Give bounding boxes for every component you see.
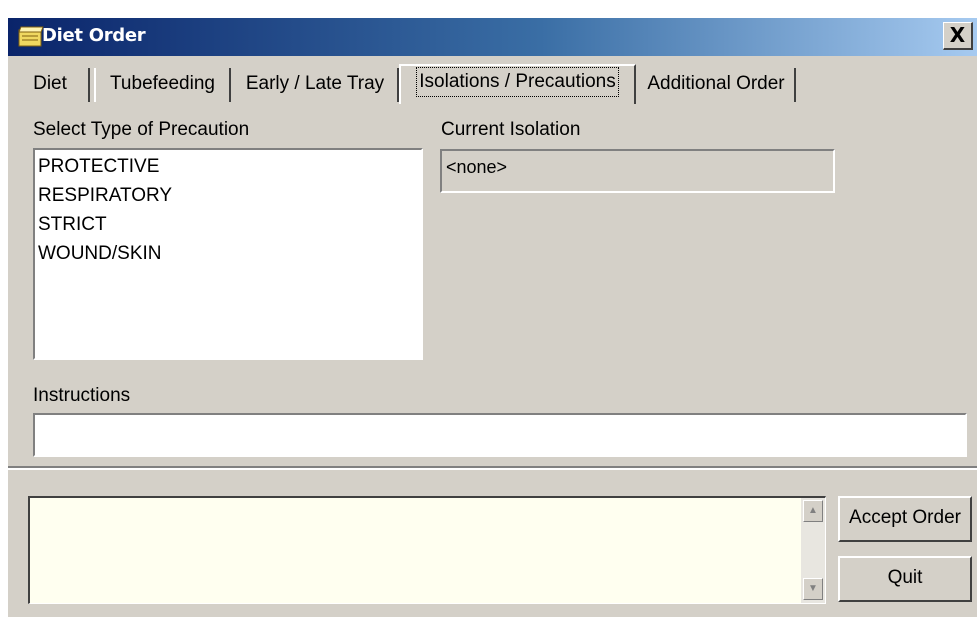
- tab-early-late-tray[interactable]: Early / Late Tray: [233, 68, 399, 102]
- title-bar[interactable]: Diet Order X: [8, 18, 977, 56]
- list-item[interactable]: PROTECTIVE: [38, 152, 418, 181]
- list-item[interactable]: WOUND/SKIN: [38, 239, 418, 268]
- precaution-label: Select Type of Precaution: [33, 119, 250, 140]
- precaution-listbox[interactable]: PROTECTIVE RESPIRATORY STRICT WOUND/SKIN: [33, 148, 423, 360]
- quit-button[interactable]: Quit: [838, 556, 972, 602]
- order-memo[interactable]: ▲ ▼: [28, 496, 826, 604]
- close-button[interactable]: X: [943, 22, 973, 50]
- instructions-label: Instructions: [33, 385, 131, 406]
- current-isolation-field: <none>: [440, 149, 835, 193]
- accept-order-button[interactable]: Accept Order: [838, 496, 972, 542]
- scroll-up-icon[interactable]: ▲: [803, 500, 823, 522]
- tab-additional-order[interactable]: Additional Order: [638, 68, 796, 102]
- divider: [8, 466, 977, 470]
- instructions-input[interactable]: [33, 413, 967, 457]
- tab-strip: Diet Tubefeeding Early / Late Tray Isola…: [8, 64, 977, 104]
- memo-scrollbar[interactable]: ▲ ▼: [801, 498, 825, 603]
- list-item[interactable]: RESPIRATORY: [38, 181, 418, 210]
- tab-tubefeeding[interactable]: Tubefeeding: [96, 68, 231, 102]
- list-item[interactable]: STRICT: [38, 210, 418, 239]
- scroll-down-icon[interactable]: ▼: [803, 578, 823, 600]
- diet-order-window: Diet Order X Diet Tubefeeding Early / La…: [8, 18, 977, 617]
- current-isolation-label: Current Isolation: [441, 119, 581, 140]
- tab-isolations-precautions[interactable]: Isolations / Precautions: [399, 64, 636, 104]
- window-title: Diet Order: [42, 25, 146, 46]
- tab-isolations-precautions-label: Isolations / Precautions: [416, 67, 619, 97]
- tab-diet[interactable]: Diet: [12, 68, 90, 102]
